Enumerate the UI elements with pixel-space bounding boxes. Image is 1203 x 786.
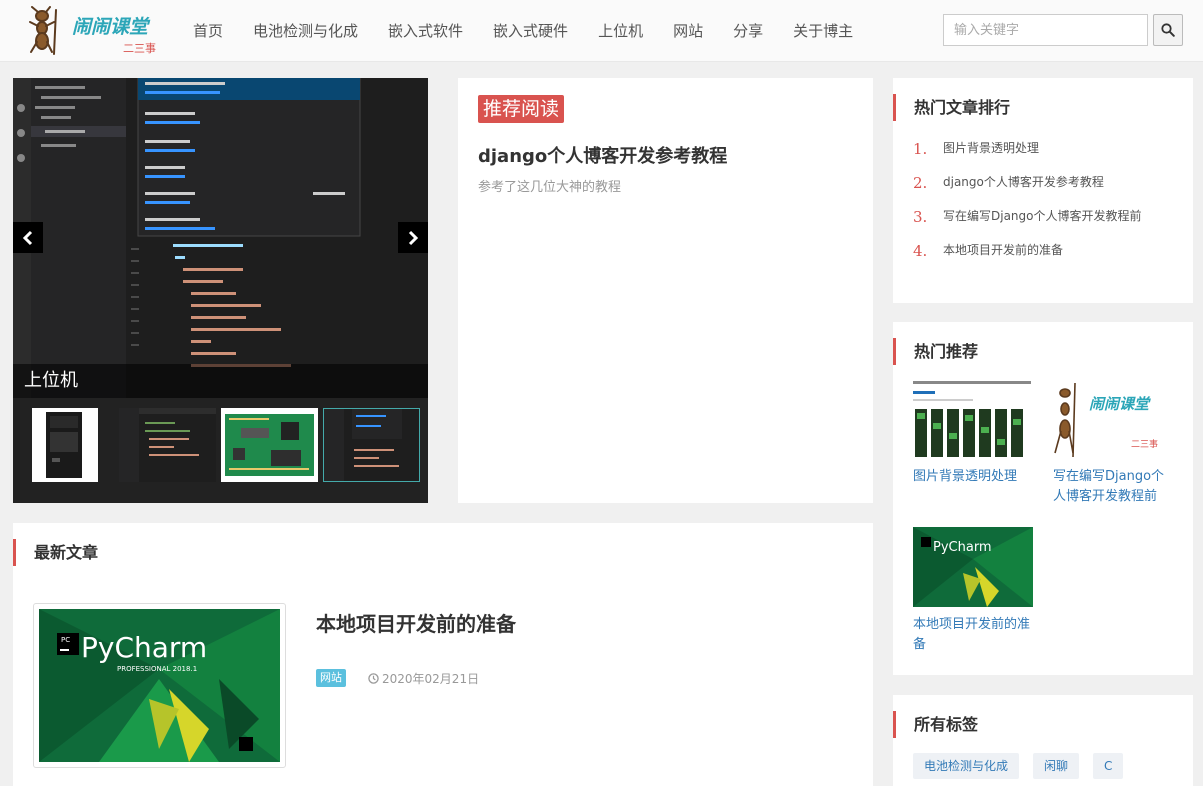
nav-embedded-software[interactable]: 嵌入式软件 xyxy=(373,0,478,62)
recommend-card[interactable]: 闹闹课堂 二三事 写在编写Django个人博客开发教程前 xyxy=(1053,379,1178,507)
nav-embedded-hardware[interactable]: 嵌入式硬件 xyxy=(478,0,583,62)
recommended-article-title[interactable]: django个人博客开发参考教程 xyxy=(478,142,727,168)
hot-article-title[interactable]: 图片背景透明处理 xyxy=(943,140,1039,157)
pycharm-banner-image: PC PyCharm PROFESSIONAL 2018.1 xyxy=(39,609,280,762)
main-nav: 首页 电池检测与化成 嵌入式软件 嵌入式硬件 上位机 网站 分享 关于博主 xyxy=(178,0,868,62)
latest-articles-panel: 最新文章 PC PyCharm PROFESSIONAL 2018.1 本地项目… xyxy=(13,523,873,786)
recommend-card-title[interactable]: 图片背景透明处理 xyxy=(913,467,1038,487)
recommend-card-title[interactable]: 写在编写Django个人博客开发教程前 xyxy=(1053,467,1173,507)
hot-articles-list: 1. 图片背景透明处理 2. django个人博客开发参考教程 3. 写在编写D… xyxy=(913,140,1142,276)
search-input[interactable] xyxy=(943,14,1148,46)
recommend-card-image[interactable]: 闹闹课堂 二三事 xyxy=(1053,379,1173,459)
recommend-card[interactable]: 图片背景透明处理 xyxy=(913,379,1038,487)
slide-code-screenshot xyxy=(13,78,428,398)
banner-title: PyCharm xyxy=(81,631,207,664)
chevron-left-icon xyxy=(22,230,33,245)
search-icon xyxy=(1161,23,1175,37)
thumbnail-pc-case[interactable] xyxy=(32,408,98,482)
latest-article-title[interactable]: 本地项目开发前的准备 xyxy=(316,608,516,637)
logo-text: 闹闹课堂 xyxy=(72,16,151,38)
hot-article-title[interactable]: 写在编写Django个人博客开发教程前 xyxy=(943,208,1142,225)
svg-text:PC: PC xyxy=(61,636,70,644)
hot-recommend-heading: 热门推荐 xyxy=(893,338,978,365)
site-header: 闹闹课堂 二三事 首页 电池检测与化成 嵌入式软件 嵌入式硬件 上位机 网站 分… xyxy=(0,0,1203,62)
hot-article-title[interactable]: 本地项目开发前的准备 xyxy=(943,242,1063,259)
recommended-badge: 推荐阅读 xyxy=(478,95,565,123)
card-logo-text: 闹闹课堂 xyxy=(1089,395,1151,413)
image-carousel: 上位机 xyxy=(13,78,428,503)
nav-share[interactable]: 分享 xyxy=(718,0,778,62)
hot-article-item[interactable]: 1. 图片背景透明处理 xyxy=(913,140,1142,174)
nav-about[interactable]: 关于博主 xyxy=(778,0,868,62)
tag-item[interactable]: 电池检测与化成 xyxy=(913,753,1020,779)
recommended-article-desc: 参考了这几位大神的教程 xyxy=(478,180,622,195)
recommend-card[interactable]: PyCharm 本地项目开发前的准备 xyxy=(913,527,1038,655)
latest-heading: 最新文章 xyxy=(13,539,98,566)
nav-battery[interactable]: 电池检测与化成 xyxy=(238,0,373,62)
recommend-card-image[interactable] xyxy=(913,379,1033,459)
clock-icon xyxy=(368,673,379,684)
tags-panel: 所有标签 电池检测与化成 闲聊 C xyxy=(893,695,1193,786)
carousel-caption: 上位机 xyxy=(13,364,428,398)
recommend-card-image[interactable]: PyCharm xyxy=(913,527,1033,607)
tag-item[interactable]: C xyxy=(1093,753,1124,779)
nav-website[interactable]: 网站 xyxy=(658,0,718,62)
search-button[interactable] xyxy=(1153,14,1183,46)
logo-subtext: 二三事 xyxy=(123,42,156,55)
hot-article-rank: 1. xyxy=(913,140,928,158)
hot-article-item[interactable]: 3. 写在编写Django个人博客开发教程前 xyxy=(913,208,1142,242)
hot-articles-panel: 热门文章排行 1. 图片背景透明处理 2. django个人博客开发参考教程 3… xyxy=(893,78,1193,303)
hot-recommend-panel: 热门推荐 图片背景透明处理 闹闹课堂 二三事 写在编写Django个人博客开发教… xyxy=(893,322,1193,675)
thumbnail-code-editor-active[interactable] xyxy=(323,408,420,482)
carousel-slide[interactable] xyxy=(13,78,428,398)
card-pycharm-text: PyCharm xyxy=(933,540,992,555)
banner-subtitle: PROFESSIONAL 2018.1 xyxy=(117,665,197,673)
tags-heading: 所有标签 xyxy=(893,711,978,738)
recommend-card-title[interactable]: 本地项目开发前的准备 xyxy=(913,615,1033,655)
recommended-reading-panel: 推荐阅读 django个人博客开发参考教程 参考了这几位大神的教程 xyxy=(458,78,873,503)
thumbnail-circuit-board[interactable] xyxy=(221,408,318,482)
hot-article-rank: 3. xyxy=(913,208,928,226)
tag-item[interactable]: 闲聊 xyxy=(1033,753,1080,779)
hot-article-rank: 2. xyxy=(913,174,928,192)
hot-article-rank: 4. xyxy=(913,242,928,260)
carousel-next-button[interactable] xyxy=(398,222,428,253)
hot-article-item[interactable]: 2. django个人博客开发参考教程 xyxy=(913,174,1142,208)
chevron-right-icon xyxy=(408,230,419,245)
latest-article-date-text: 2020年02月21日 xyxy=(382,672,480,686)
latest-article-tag[interactable]: 网站 xyxy=(316,669,346,687)
thumbnail-code-editor[interactable] xyxy=(119,408,216,482)
carousel-prev-button[interactable] xyxy=(13,222,43,253)
hot-articles-heading: 热门文章排行 xyxy=(893,94,1010,121)
hot-article-item[interactable]: 4. 本地项目开发前的准备 xyxy=(913,242,1142,276)
article-thumbnail[interactable]: PC PyCharm PROFESSIONAL 2018.1 xyxy=(33,603,286,768)
nav-host-computer[interactable]: 上位机 xyxy=(583,0,658,62)
carousel-thumbnails xyxy=(13,398,428,503)
site-logo[interactable]: 闹闹课堂 二三事 xyxy=(28,6,168,56)
hot-article-title[interactable]: django个人博客开发参考教程 xyxy=(943,174,1104,191)
latest-article-date: 2020年02月21日 xyxy=(368,670,479,687)
card-logo-subtext: 二三事 xyxy=(1131,438,1158,450)
nav-home[interactable]: 首页 xyxy=(178,0,238,62)
